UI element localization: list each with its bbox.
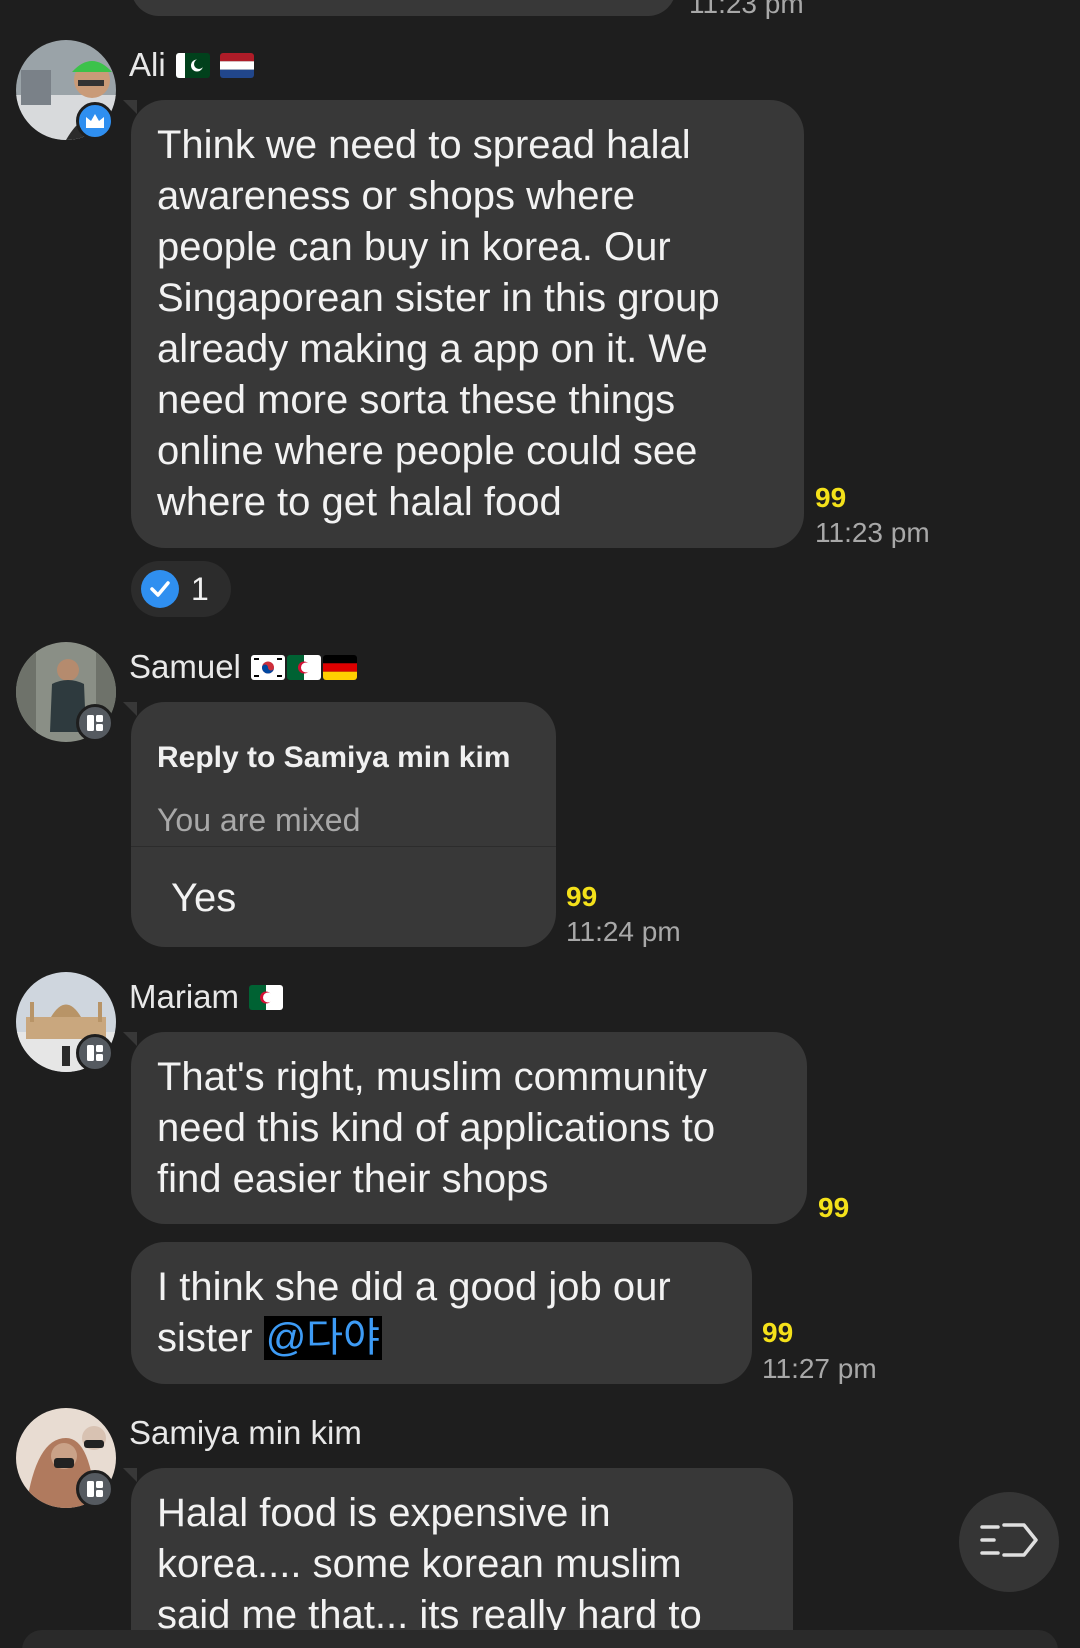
quoted-reply[interactable]: Reply to Samiya min kim You are mixed [131, 702, 556, 847]
card-icon [76, 1034, 114, 1072]
netherlands-flag-icon [219, 52, 254, 78]
sender-name[interactable]: Samuel [129, 648, 357, 686]
message-bubble[interactable]: That's right, muslim community need this… [131, 1032, 807, 1224]
message-text: Halal food is expensive in korea.... som… [157, 1491, 702, 1637]
card-icon [76, 1470, 114, 1508]
algeria-flag-icon [249, 984, 284, 1010]
message-time: 11:24 pm [566, 916, 681, 947]
message-time: 11:27 pm [762, 1353, 877, 1384]
algeria-flag-icon [286, 654, 321, 680]
message-bubble[interactable]: Think we need to spread halal awareness … [131, 100, 804, 548]
pakistan-flag-icon [175, 52, 210, 78]
south-korea-flag-icon [250, 654, 285, 680]
read-count: 99 [815, 482, 847, 513]
sender-name[interactable]: Mariam [129, 978, 284, 1016]
bubble-tail [123, 1468, 137, 1482]
bubble-tail [123, 1032, 137, 1046]
previous-message-bubble[interactable] [131, 0, 676, 16]
sender-name[interactable]: Ali [129, 46, 254, 84]
sender-name[interactable]: Samiya min kim [129, 1414, 362, 1452]
mention-link[interactable]: @다야 [263, 1316, 382, 1360]
bubble-tail [123, 100, 137, 114]
read-count: 99 [566, 881, 598, 912]
message-text: Yes [171, 876, 237, 920]
reaction-chip[interactable]: 1 [131, 561, 231, 617]
read-count: 99 [762, 1317, 794, 1348]
message-bubble[interactable]: I think she did a good job our sister @다… [131, 1242, 752, 1384]
quoted-text: You are mixed [157, 802, 361, 838]
message-text: Think we need to spread halal awareness … [157, 123, 720, 524]
message-bubble[interactable]: Halal food is expensive in korea.... som… [131, 1468, 793, 1648]
read-count: 99 [818, 1192, 850, 1223]
reply-to-label: Reply to Samiya min kim [157, 741, 511, 774]
message-text: That's right, muslim community need this… [157, 1055, 716, 1201]
tag-list-button[interactable] [959, 1492, 1059, 1592]
check-icon [141, 570, 179, 608]
crown-icon [76, 102, 114, 140]
reaction-count: 1 [191, 570, 209, 607]
message-time: 11:23 pm [689, 0, 804, 19]
message-input-bar[interactable] [22, 1630, 1058, 1648]
message-text: I think she did a good job our sister @다… [157, 1265, 671, 1360]
tag-list-icon [978, 1519, 1040, 1566]
card-icon [76, 704, 114, 742]
message-time: 11:23 pm [815, 517, 930, 548]
germany-flag-icon [322, 654, 357, 680]
reply-message-bubble[interactable]: Reply to Samiya min kim You are mixed Ye… [131, 702, 556, 947]
